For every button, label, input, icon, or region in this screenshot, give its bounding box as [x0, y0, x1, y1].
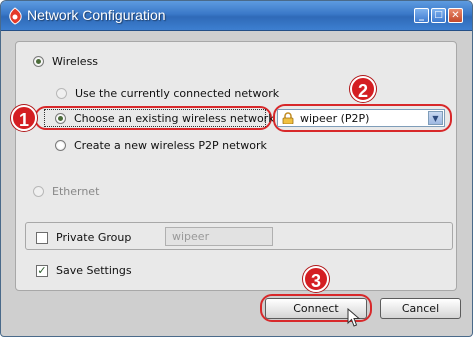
use-current-network-option[interactable]: Use the currently connected network — [56, 87, 279, 100]
save-settings-label: Save Settings — [56, 264, 132, 277]
step1-badge: 1 — [11, 105, 37, 131]
mouse-pointer-icon — [347, 308, 361, 327]
connection-panel — [15, 41, 457, 291]
network-select[interactable]: wipeer (P2P) ▼ — [277, 109, 445, 127]
ethernet-label: Ethernet — [52, 185, 100, 198]
wireless-radio[interactable] — [33, 56, 44, 67]
maximize-button[interactable]: □ — [431, 8, 446, 23]
network-select-value: wipeer (P2P) — [300, 111, 370, 125]
private-group-option[interactable]: Private Group — [36, 231, 131, 244]
app-logo-icon — [9, 7, 22, 25]
create-p2p-network-radio[interactable] — [55, 140, 66, 151]
ethernet-option[interactable]: Ethernet — [33, 185, 99, 198]
step3-badge: 3 — [303, 266, 329, 292]
private-group-checkbox[interactable] — [36, 231, 48, 244]
ethernet-radio[interactable] — [33, 186, 44, 197]
create-p2p-network-option[interactable]: Create a new wireless P2P network — [55, 139, 267, 152]
close-button[interactable]: ✕ — [448, 8, 463, 23]
wireless-option[interactable]: Wireless — [33, 55, 98, 68]
chevron-down-icon[interactable]: ▼ — [428, 111, 443, 125]
choose-existing-network-radio[interactable] — [55, 113, 66, 124]
window-title: Network Configuration — [27, 7, 166, 23]
minimize-button[interactable]: _ — [414, 8, 429, 23]
save-settings-option[interactable]: ✓ Save Settings — [36, 264, 132, 277]
use-current-network-label: Use the currently connected network — [75, 87, 280, 100]
step2-badge: 2 — [350, 76, 376, 102]
create-p2p-network-label: Create a new wireless P2P network — [74, 139, 267, 152]
wireless-label: Wireless — [52, 55, 99, 68]
save-settings-checkbox[interactable]: ✓ — [36, 264, 48, 277]
choose-existing-network-label: Choose an existing wireless network — [74, 112, 275, 125]
lock-icon — [282, 112, 294, 124]
use-current-network-radio[interactable] — [56, 88, 67, 99]
cancel-button[interactable]: Cancel — [380, 298, 461, 319]
title-bar[interactable]: Network Configuration _ □ ✕ — [1, 1, 472, 31]
group-name-input[interactable]: wipeer — [165, 227, 273, 246]
choose-existing-network-option[interactable]: Choose an existing wireless network — [55, 112, 275, 125]
private-group-label: Private Group — [56, 231, 132, 244]
network-configuration-window: Network Configuration _ □ ✕ Wireless Use… — [0, 0, 473, 337]
